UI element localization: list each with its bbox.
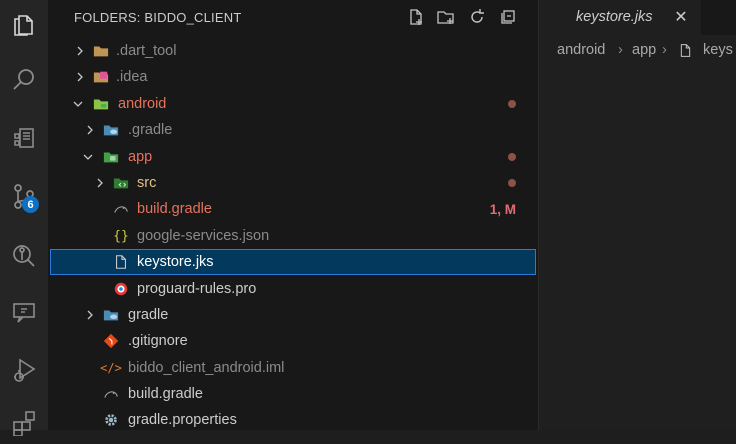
tree-item-label: android [118, 96, 167, 112]
remote-explorer-icon[interactable] [0, 290, 48, 334]
android-folder-icon [92, 95, 110, 113]
app-folder-icon [102, 148, 120, 166]
tree-item-label: gradle [128, 307, 169, 323]
tree-item-label: keystore.jks [137, 254, 214, 270]
tree-item-label: gradle.properties [128, 412, 237, 428]
chevron-right-icon [97, 178, 103, 188]
src-folder-icon [112, 174, 130, 192]
tree-item-label: build.gradle [137, 201, 212, 217]
tree-item-android[interactable]: android [50, 91, 536, 117]
chevron-right-icon [87, 125, 93, 135]
tree-item-label: .idea [116, 69, 148, 85]
tab-keystore-jks[interactable]: keystore.jks ✕ [539, 0, 701, 35]
refresh-icon[interactable] [467, 7, 487, 27]
tree-item-iml[interactable]: </> biddo_client_android.iml [50, 355, 536, 381]
tree-item-label: src [137, 175, 157, 191]
tree-item-app[interactable]: app [50, 144, 536, 170]
tree-item-gitignore[interactable]: .gitignore [50, 328, 536, 354]
tree-item-android-build-gradle[interactable]: build.gradle [50, 381, 536, 407]
idea-folder-icon [92, 68, 110, 86]
folder-icon [92, 42, 110, 60]
gear-icon [102, 411, 120, 429]
sidebar-title: FOLDERS: BIDDO_CLIENT [74, 10, 242, 25]
close-icon[interactable]: ✕ [671, 7, 691, 27]
extensions-icon[interactable] [0, 400, 48, 444]
source-control-icon[interactable] [0, 174, 48, 218]
proguard-file-icon [112, 280, 130, 298]
chevron-right-icon [77, 72, 83, 82]
tree-item-label: biddo_client_android.iml [128, 360, 285, 376]
tree-item-label: .gradle [128, 122, 173, 138]
file-icon [112, 253, 130, 271]
gradle-file-icon [112, 200, 130, 218]
activity-bar: 6 [0, 0, 48, 436]
tree-item-google-services-json[interactable]: {} google-services.json [50, 223, 536, 249]
tree-item-label: build.gradle [128, 386, 203, 402]
tree-item-label: google-services.json [137, 228, 270, 244]
tree-item-idea[interactable]: .idea [50, 64, 536, 90]
chevron-right-icon [77, 46, 83, 56]
search-icon[interactable] [0, 58, 48, 102]
tree-item-dart-tool[interactable]: .dart_tool [50, 38, 536, 64]
modified-dot [508, 179, 516, 187]
run-debug-icon[interactable] [0, 348, 48, 392]
breadcrumb-item-file[interactable]: keys [703, 42, 733, 58]
tree-item-label: app [128, 149, 153, 165]
chevron-right-icon: › [618, 42, 623, 58]
xml-file-icon: </> [100, 361, 122, 375]
chevron-down-icon [73, 101, 83, 107]
modified-dot [508, 153, 516, 161]
modified-dot [508, 100, 516, 108]
tree-item-gradle-folder[interactable]: gradle [50, 302, 536, 328]
new-file-icon[interactable] [406, 7, 426, 27]
new-folder-icon[interactable] [436, 7, 456, 27]
explorer-icon[interactable] [0, 2, 48, 46]
collapse-all-icon[interactable] [498, 7, 518, 27]
chevron-right-icon [87, 310, 93, 320]
sidebar-header: FOLDERS: BIDDO_CLIENT [48, 0, 538, 35]
tab-label: keystore.jks [576, 9, 653, 25]
tree-item-src[interactable]: src [50, 170, 536, 196]
explorer-sidebar: FOLDERS: BIDDO_CLIENT .dart_tool .idea a… [48, 0, 539, 430]
file-icon [678, 43, 693, 62]
editor-area: keystore.jks ✕ android › app › keys [539, 0, 736, 430]
tree-item-gradle-hidden[interactable]: .gradle [50, 117, 536, 143]
gradle-folder-icon [102, 121, 120, 139]
problem-status: 1, M [489, 201, 516, 217]
extensions-remote-icon[interactable] [0, 116, 48, 160]
tab-bar: keystore.jks ✕ [539, 0, 736, 35]
tree-item-label: proguard-rules.pro [137, 281, 257, 297]
tree-item-label: .gitignore [128, 333, 188, 349]
gradle-file-icon [102, 385, 120, 403]
tree-item-gradle-properties[interactable]: gradle.properties [50, 407, 536, 433]
chevron-right-icon: › [662, 42, 667, 58]
chevron-down-icon [83, 154, 93, 160]
tree-item-keystore-jks[interactable]: keystore.jks [50, 249, 536, 275]
breadcrumb-item-android[interactable]: android [557, 42, 605, 58]
tree-item-label: .dart_tool [116, 43, 177, 59]
gitlens-icon[interactable] [0, 233, 48, 277]
source-control-badge: 6 [22, 196, 39, 213]
git-file-icon [102, 332, 120, 350]
breadcrumb-item-app[interactable]: app [632, 42, 656, 58]
json-file-icon: {} [113, 228, 129, 244]
tree-item-proguard-rules[interactable]: proguard-rules.pro [50, 276, 536, 302]
gradle-folder-icon [102, 306, 120, 324]
tree-item-app-build-gradle[interactable]: build.gradle 1, M [50, 196, 536, 222]
